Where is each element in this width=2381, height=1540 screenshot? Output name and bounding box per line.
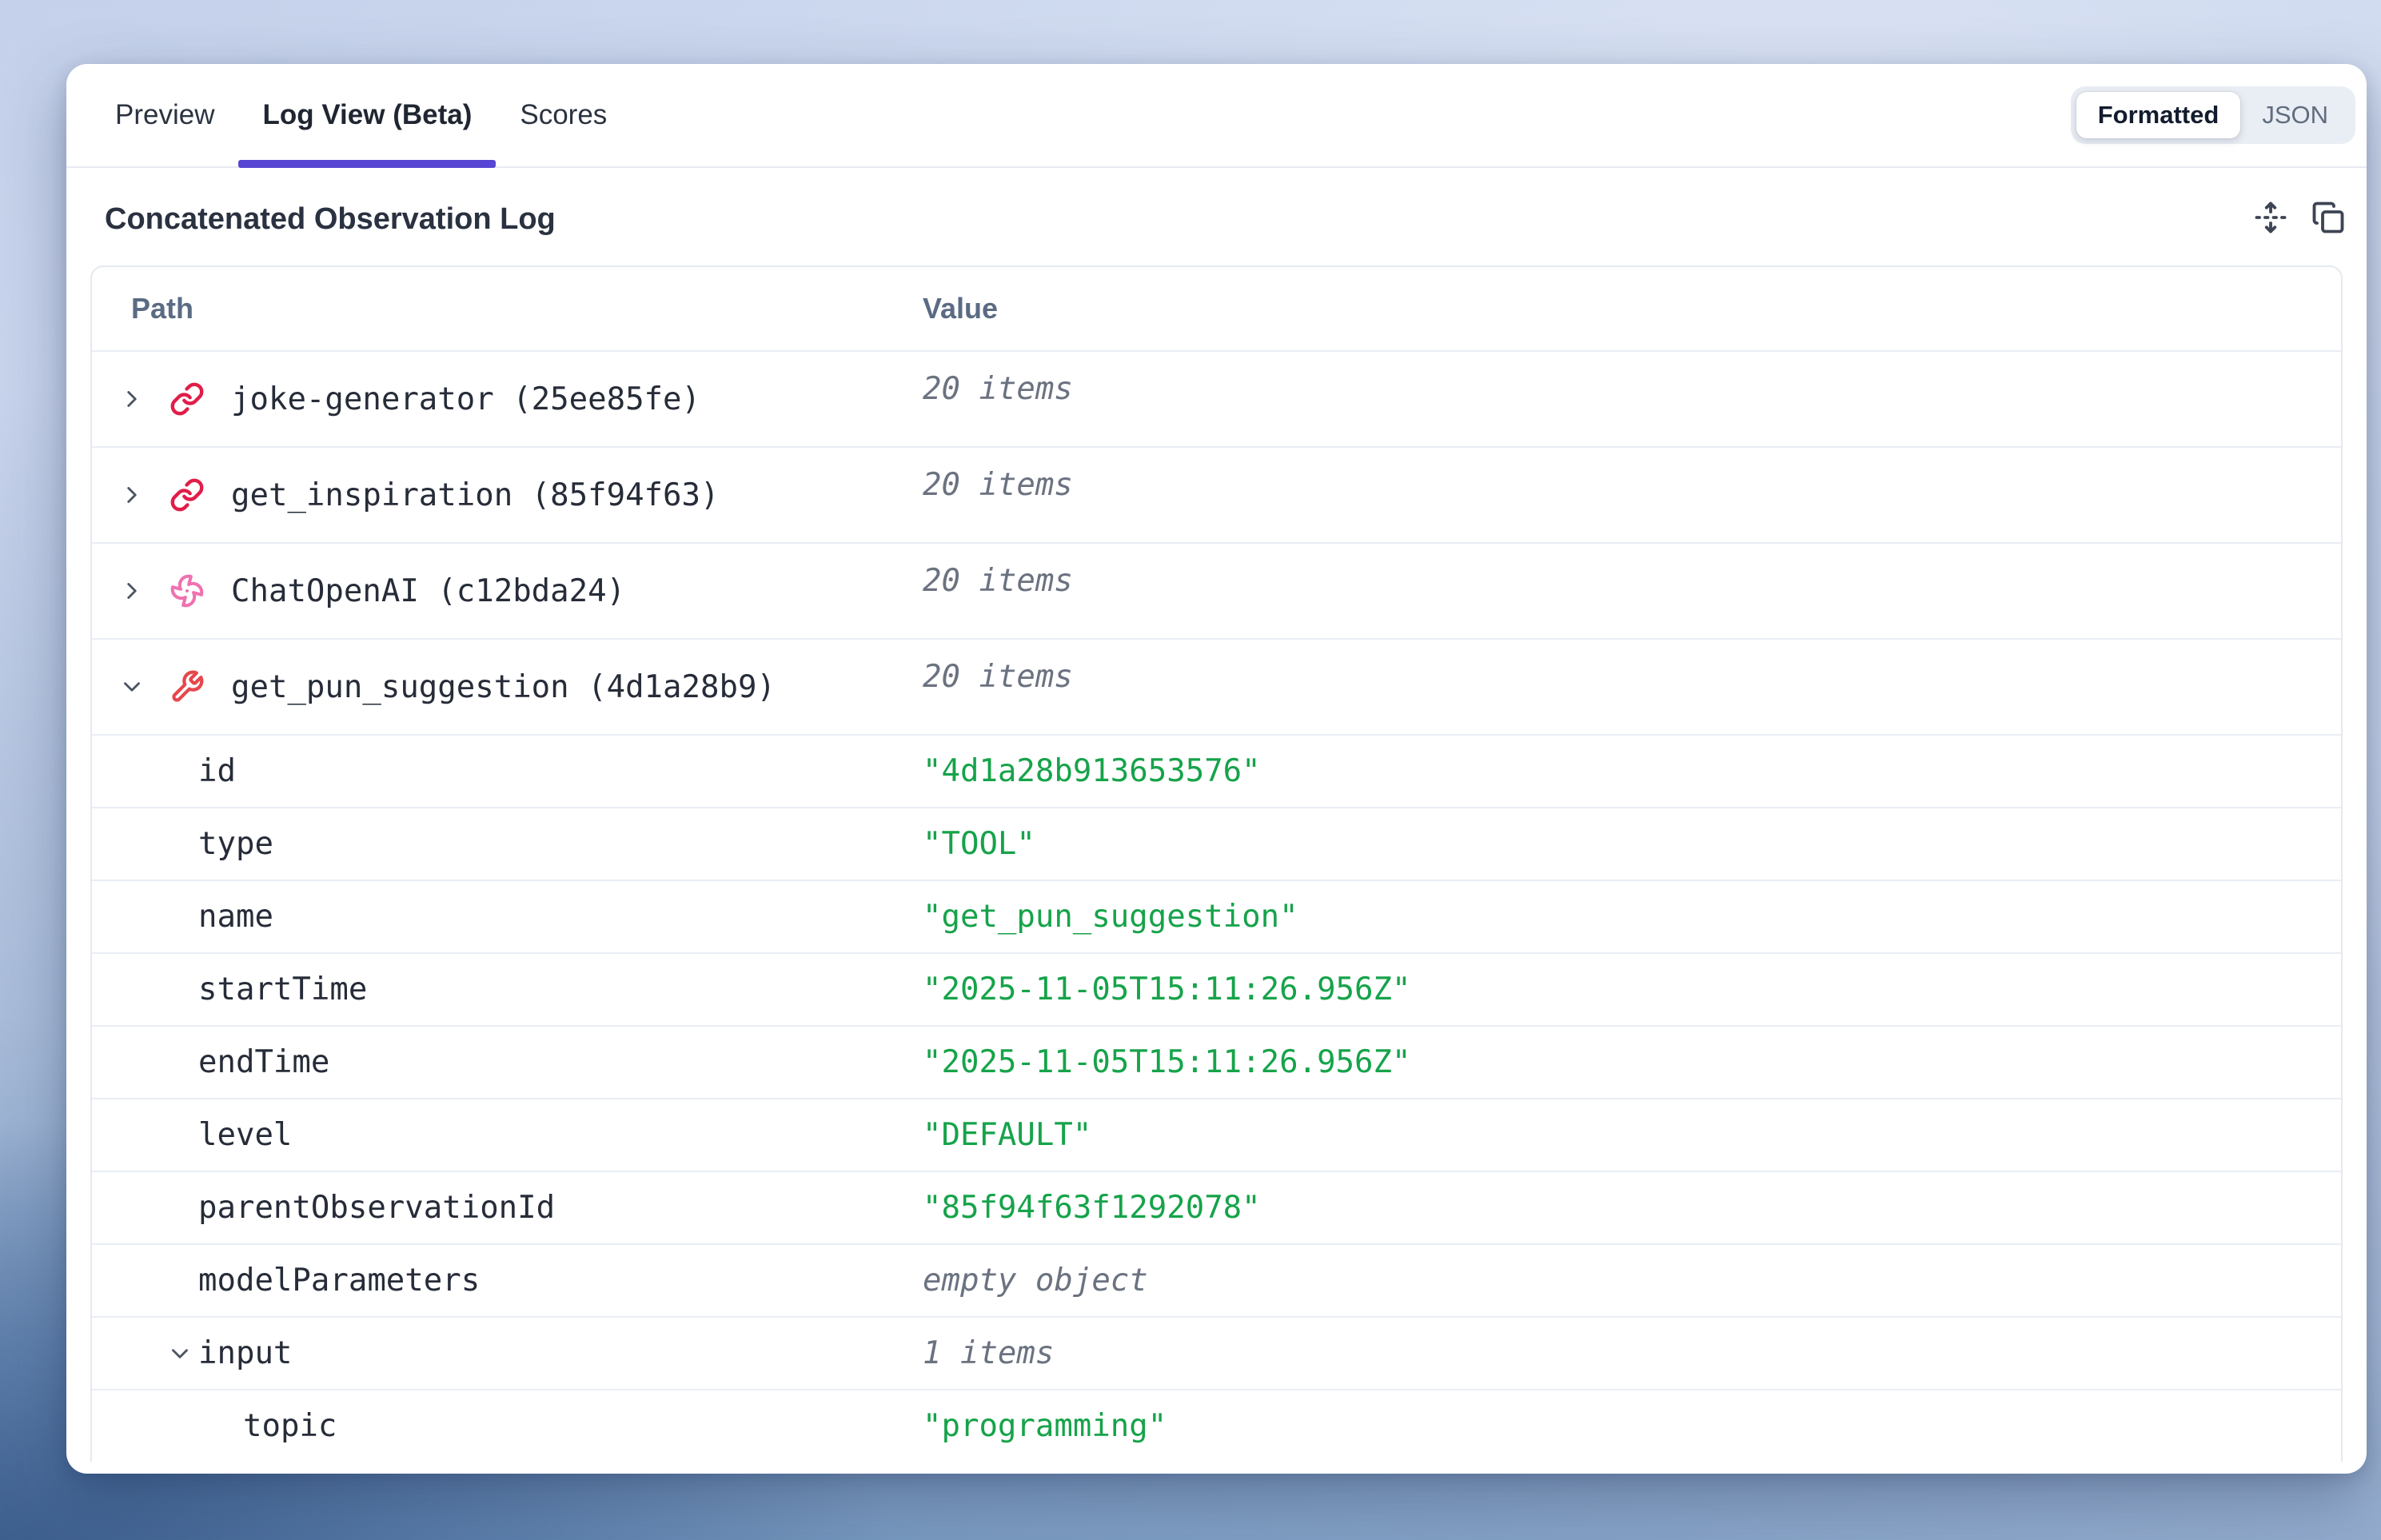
- fan-icon: [170, 573, 205, 608]
- row-path-label: parentObservationId: [198, 1190, 555, 1226]
- chevron-right-icon[interactable]: [116, 383, 148, 415]
- row-path-label: ChatOpenAI (c12bda24): [231, 573, 625, 609]
- section-title: Concatenated Observation Log: [105, 202, 556, 237]
- row-path-label: id: [198, 753, 236, 789]
- row-path-label: get_inspiration (85f94f63): [231, 477, 719, 513]
- row-value-string: "programming": [923, 1408, 1167, 1444]
- row-path-cell: type: [92, 808, 923, 880]
- column-header-path: Path: [92, 292, 923, 325]
- row-value-cell: "DEFAULT": [923, 1099, 2341, 1171]
- row-value-meta: 1 items: [923, 1335, 1054, 1371]
- tab-bar: PreviewLog View (Beta)Scores FormattedJS…: [66, 64, 2367, 168]
- chevron-down-icon[interactable]: [166, 1338, 193, 1370]
- section-header: Concatenated Observation Log: [105, 201, 2346, 237]
- row-path-cell: topic: [92, 1390, 923, 1462]
- row-value-cell: empty object: [923, 1245, 2341, 1316]
- row-path-label: endTime: [198, 1044, 329, 1080]
- row-value-cell: 1 items: [923, 1318, 2341, 1389]
- row-value-meta: 20 items: [923, 563, 1073, 599]
- table-row-starttime[interactable]: startTime "2025-11-05T15:11:26.956Z": [92, 952, 2341, 1025]
- copy-icon: [2311, 201, 2345, 238]
- table-row-input[interactable]: input 1 items: [92, 1316, 2341, 1389]
- row-path-label: level: [198, 1117, 292, 1153]
- unfold-vertical-icon: [2254, 201, 2287, 238]
- row-path-label: joke-generator (25ee85fe): [231, 381, 700, 417]
- row-value-meta: 20 items: [923, 659, 1073, 695]
- chevron-down-icon[interactable]: [116, 671, 148, 703]
- row-path-cell: id: [92, 736, 923, 807]
- observation-log-table: Path Value joke-generator (25ee85fe) 20 i…: [90, 265, 2343, 1462]
- row-value-meta: 20 items: [923, 467, 1073, 503]
- row-path-cell: level: [92, 1099, 923, 1171]
- tab-scores[interactable]: Scores: [496, 64, 631, 166]
- row-path-cell: endTime: [92, 1027, 923, 1098]
- row-path-cell: ChatOpenAI (c12bda24): [92, 544, 923, 638]
- row-value-cell: 20 items: [923, 448, 2341, 542]
- row-value-cell: 20 items: [923, 640, 2341, 734]
- table-header-row: Path Value: [92, 267, 2341, 350]
- row-path-cell: get_inspiration (85f94f63): [92, 448, 923, 542]
- table-row-chatopenai-c12bda24[interactable]: ChatOpenAI (c12bda24) 20 items: [92, 542, 2341, 638]
- row-value-string: "DEFAULT": [923, 1117, 1091, 1153]
- table-row-endtime[interactable]: endTime "2025-11-05T15:11:26.956Z": [92, 1025, 2341, 1098]
- row-value-string: "2025-11-05T15:11:26.956Z": [923, 971, 1410, 1007]
- row-path-cell: parentObservationId: [92, 1172, 923, 1243]
- table-body: joke-generator (25ee85fe)20 itemsget_ins…: [92, 350, 2341, 1462]
- row-path-cell: modelParameters: [92, 1245, 923, 1316]
- table-row-parentobservationid[interactable]: parentObservationId "85f94f63f1292078": [92, 1171, 2341, 1243]
- row-value-string: "TOOL": [923, 826, 1035, 862]
- row-path-cell: input: [92, 1318, 923, 1389]
- unfold-vertical-button[interactable]: [2253, 201, 2288, 237]
- wrench-icon: [170, 669, 205, 704]
- table-row-get-inspiration-85f94f63[interactable]: get_inspiration (85f94f63) 20 items: [92, 446, 2341, 542]
- row-path-label: input: [198, 1335, 292, 1371]
- chevron-right-icon[interactable]: [116, 575, 148, 607]
- row-value-cell: "programming": [923, 1390, 2341, 1462]
- table-row-type[interactable]: type "TOOL": [92, 807, 2341, 880]
- row-value-string: "get_pun_suggestion": [923, 899, 1298, 935]
- link-icon: [170, 381, 205, 417]
- table-row-get-pun-suggestion-4d1a28b9[interactable]: get_pun_suggestion (4d1a28b9) 20 items: [92, 638, 2341, 734]
- table-row-topic[interactable]: topic "programming": [92, 1389, 2341, 1462]
- log-view-panel: PreviewLog View (Beta)Scores FormattedJS…: [66, 64, 2367, 1474]
- row-value-cell: 20 items: [923, 544, 2341, 638]
- row-value-meta: empty object: [923, 1263, 1148, 1299]
- format-toggle: FormattedJSON: [2071, 86, 2355, 144]
- row-path-cell: name: [92, 881, 923, 952]
- toggle-option-formatted[interactable]: Formatted: [2076, 92, 2241, 138]
- row-path-cell: joke-generator (25ee85fe): [92, 352, 923, 446]
- row-path-cell: startTime: [92, 954, 923, 1025]
- row-value-cell: "TOOL": [923, 808, 2341, 880]
- column-header-value: Value: [923, 292, 2341, 325]
- row-path-label: modelParameters: [198, 1263, 480, 1299]
- row-path-cell: get_pun_suggestion (4d1a28b9): [92, 640, 923, 734]
- row-path-label: name: [198, 899, 273, 935]
- row-value-cell: "2025-11-05T15:11:26.956Z": [923, 1027, 2341, 1098]
- table-row-id[interactable]: id "4d1a28b913653576": [92, 734, 2341, 807]
- tab-log-view-beta[interactable]: Log View (Beta): [238, 64, 496, 166]
- table-row-modelparameters[interactable]: modelParameters empty object: [92, 1243, 2341, 1316]
- row-value-cell: "4d1a28b913653576": [923, 736, 2341, 807]
- row-value-cell: 20 items: [923, 352, 2341, 446]
- header-actions: [2253, 201, 2346, 237]
- row-value-string: "2025-11-05T15:11:26.956Z": [923, 1044, 1410, 1080]
- copy-button[interactable]: [2311, 201, 2346, 237]
- toggle-option-json[interactable]: JSON: [2240, 92, 2350, 138]
- row-value-string: "4d1a28b913653576": [923, 753, 1261, 789]
- table-row-level[interactable]: level "DEFAULT": [92, 1098, 2341, 1171]
- tab-preview[interactable]: Preview: [91, 64, 238, 166]
- row-value-string: "85f94f63f1292078": [923, 1190, 1261, 1226]
- row-value-cell: "85f94f63f1292078": [923, 1172, 2341, 1243]
- row-path-label: startTime: [198, 971, 367, 1007]
- chevron-right-icon[interactable]: [116, 479, 148, 511]
- row-path-label: get_pun_suggestion (4d1a28b9): [231, 669, 776, 705]
- row-path-label: type: [198, 826, 273, 862]
- link-icon: [170, 477, 205, 513]
- row-value-cell: "2025-11-05T15:11:26.956Z": [923, 954, 2341, 1025]
- table-row-name[interactable]: name "get_pun_suggestion": [92, 880, 2341, 952]
- table-row-joke-generator-25ee85fe[interactable]: joke-generator (25ee85fe) 20 items: [92, 350, 2341, 446]
- row-path-label: topic: [243, 1408, 337, 1444]
- row-value-cell: "get_pun_suggestion": [923, 881, 2341, 952]
- row-value-meta: 20 items: [923, 371, 1073, 407]
